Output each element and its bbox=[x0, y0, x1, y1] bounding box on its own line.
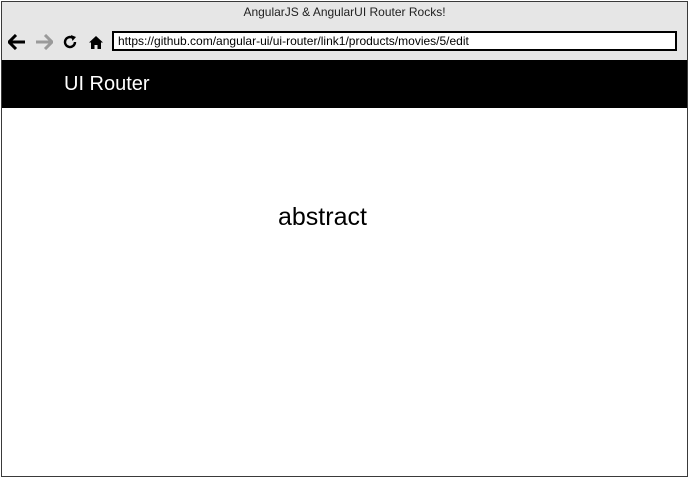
address-bar[interactable]: https://github.com/angular-ui/ui-router/… bbox=[112, 31, 677, 51]
url-text: https://github.com/angular-ui/ui-router/… bbox=[118, 34, 469, 48]
back-button[interactable] bbox=[7, 32, 27, 52]
arrow-left-icon bbox=[8, 34, 25, 50]
reload-button[interactable] bbox=[60, 32, 80, 52]
reload-icon bbox=[63, 35, 77, 49]
arrow-right-icon bbox=[36, 34, 53, 50]
home-icon bbox=[89, 35, 103, 49]
home-button[interactable] bbox=[86, 32, 106, 52]
window-titlebar: AngularJS & AngularUI Router Rocks! bbox=[2, 2, 687, 24]
browser-toolbar: https://github.com/angular-ui/ui-router/… bbox=[2, 24, 687, 60]
navbar-brand[interactable]: UI Router bbox=[64, 73, 150, 95]
forward-button[interactable] bbox=[34, 32, 54, 52]
app-navbar: UI Router bbox=[2, 60, 687, 108]
main-content: abstract bbox=[2, 108, 687, 476]
browser-window: AngularJS & AngularUI Router Rocks! http… bbox=[1, 1, 688, 477]
state-label: abstract bbox=[278, 203, 367, 231]
window-title: AngularJS & AngularUI Router Rocks! bbox=[243, 5, 446, 19]
